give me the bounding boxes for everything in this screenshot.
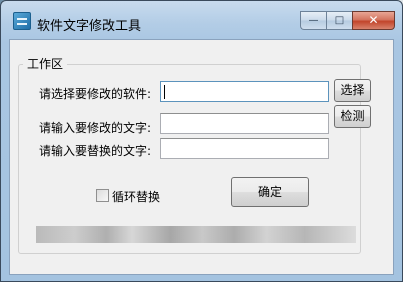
- replace-text-label: 请输入要替换的文字:: [39, 144, 152, 158]
- modify-text-label: 请输入要修改的文字:: [39, 121, 152, 135]
- loop-replace-checkbox[interactable]: [96, 189, 109, 202]
- work-area-group-title: 工作区: [23, 55, 68, 72]
- software-label: 请选择要修改的软件:: [39, 87, 152, 101]
- text-caret: [164, 85, 165, 99]
- detect-button[interactable]: 检测: [334, 105, 371, 128]
- maximize-button[interactable]: □: [326, 11, 352, 30]
- software-path-input[interactable]: [160, 81, 329, 102]
- modify-text-input[interactable]: [160, 113, 329, 134]
- title-bar[interactable]: 软件文字修改工具 — □ ✕: [1, 1, 402, 34]
- loop-replace-label[interactable]: 循环替换: [112, 188, 160, 205]
- status-bar: [36, 226, 356, 243]
- confirm-button[interactable]: 确定: [231, 177, 309, 207]
- minimize-button[interactable]: —: [300, 11, 326, 30]
- window-title: 软件文字修改工具: [37, 19, 142, 34]
- replace-text-input[interactable]: [160, 138, 329, 159]
- window-controls: — □ ✕: [300, 11, 395, 31]
- close-button[interactable]: ✕: [352, 11, 395, 30]
- app-window: 软件文字修改工具 — □ ✕ 工作区 请选择要修改的软件: 选择 请输入要修改的…: [0, 0, 403, 282]
- select-button[interactable]: 选择: [334, 79, 371, 102]
- app-icon: [13, 12, 31, 30]
